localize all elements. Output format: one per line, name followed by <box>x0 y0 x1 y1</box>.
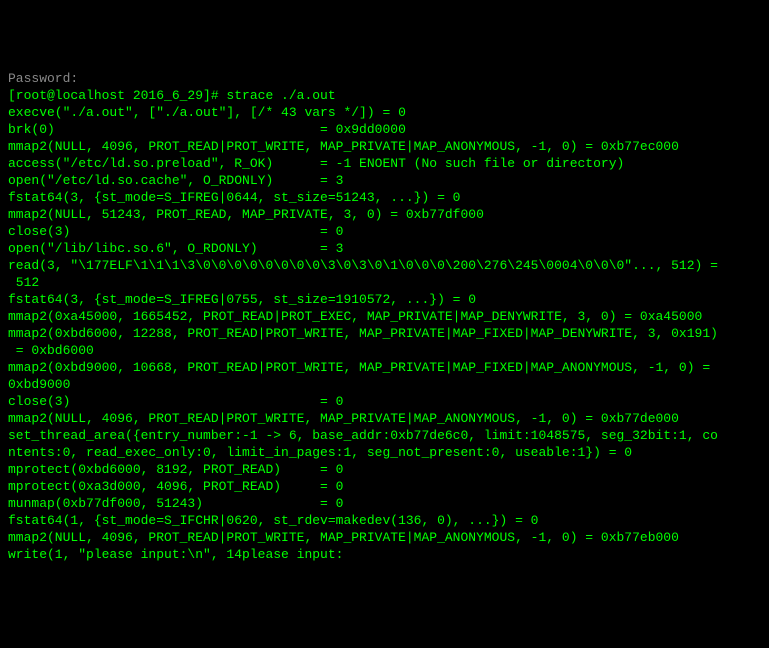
terminal-line: mmap2(NULL, 4096, PROT_READ|PROT_WRITE, … <box>8 138 761 155</box>
terminal-line: write(1, "please input:\n", 14please inp… <box>8 546 761 563</box>
terminal-line: mmap2(0xa45000, 1665452, PROT_READ|PROT_… <box>8 308 761 325</box>
terminal-line: munmap(0xb77df000, 51243) = 0 <box>8 495 761 512</box>
terminal-line: open("/etc/ld.so.cache", O_RDONLY) = 3 <box>8 172 761 189</box>
terminal-line: [root@localhost 2016_6_29]# strace ./a.o… <box>8 87 761 104</box>
terminal-line: brk(0) = 0x9dd0000 <box>8 121 761 138</box>
terminal-line: Password: <box>8 70 761 87</box>
terminal-line: mprotect(0xbd6000, 8192, PROT_READ) = 0 <box>8 461 761 478</box>
terminal-line: mmap2(0xbd6000, 12288, PROT_READ|PROT_WR… <box>8 325 761 359</box>
terminal-line: open("/lib/libc.so.6", O_RDONLY) = 3 <box>8 240 761 257</box>
terminal-line: mmap2(0xbd9000, 10668, PROT_READ|PROT_WR… <box>8 359 761 393</box>
terminal-line: close(3) = 0 <box>8 223 761 240</box>
terminal-line: fstat64(3, {st_mode=S_IFREG|0755, st_siz… <box>8 291 761 308</box>
terminal-line: mmap2(NULL, 51243, PROT_READ, MAP_PRIVAT… <box>8 206 761 223</box>
terminal-output[interactable]: Password:[root@localhost 2016_6_29]# str… <box>8 70 761 563</box>
terminal-line: access("/etc/ld.so.preload", R_OK) = -1 … <box>8 155 761 172</box>
terminal-line: close(3) = 0 <box>8 393 761 410</box>
terminal-line: mmap2(NULL, 4096, PROT_READ|PROT_WRITE, … <box>8 410 761 427</box>
terminal-line: mmap2(NULL, 4096, PROT_READ|PROT_WRITE, … <box>8 529 761 546</box>
terminal-line: fstat64(3, {st_mode=S_IFREG|0644, st_siz… <box>8 189 761 206</box>
terminal-line: execve("./a.out", ["./a.out"], [/* 43 va… <box>8 104 761 121</box>
terminal-line: read(3, "\177ELF\1\1\1\3\0\0\0\0\0\0\0\0… <box>8 257 761 291</box>
terminal-line: set_thread_area({entry_number:-1 -> 6, b… <box>8 427 761 461</box>
terminal-line: fstat64(1, {st_mode=S_IFCHR|0620, st_rde… <box>8 512 761 529</box>
terminal-line: mprotect(0xa3d000, 4096, PROT_READ) = 0 <box>8 478 761 495</box>
